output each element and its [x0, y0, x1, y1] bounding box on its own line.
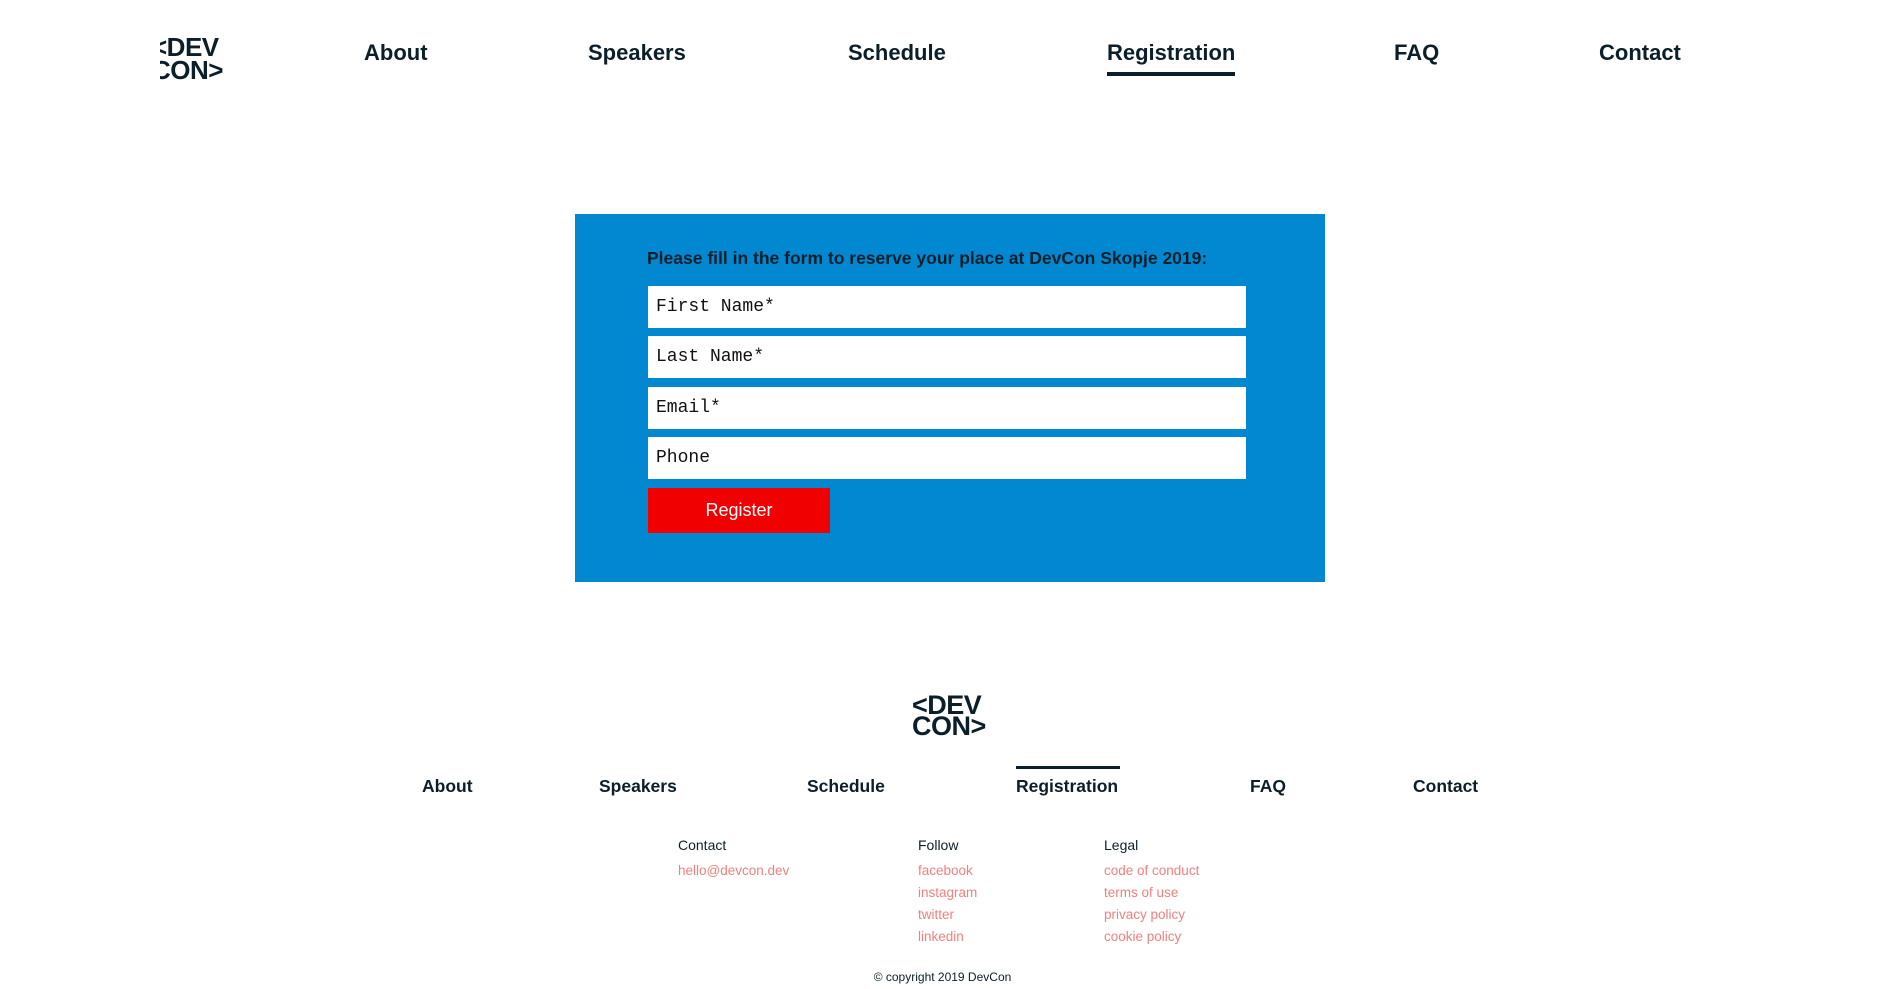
nav-schedule[interactable]: Schedule — [848, 40, 946, 66]
form-intro: Please fill in the form to reserve your … — [647, 248, 1208, 268]
registration-panel: Please fill in the form to reserve your … — [575, 214, 1325, 582]
cookie-policy-link[interactable]: cookie policy — [1104, 926, 1199, 948]
footer-nav-registration[interactable]: Registration — [1016, 766, 1121, 797]
header-logo[interactable]: <DEV CON> — [160, 36, 240, 82]
contact-email-link[interactable]: hello@devcon.dev — [678, 860, 789, 882]
instagram-link[interactable]: instagram — [918, 882, 977, 904]
footer-legal-title: Legal — [1104, 837, 1139, 853]
footer-follow-column: Follow facebook instagram twitter linked… — [918, 836, 977, 948]
footer-logo[interactable]: <DEV CON> — [912, 692, 992, 741]
phone-field[interactable] — [648, 437, 1246, 479]
last-name-field[interactable] — [648, 336, 1246, 378]
nav-faq[interactable]: FAQ — [1394, 40, 1439, 66]
footer-logo-line-2: CON> — [912, 711, 986, 741]
nav-contact[interactable]: Contact — [1599, 40, 1681, 66]
nav-registration[interactable]: Registration — [1107, 40, 1236, 76]
linkedin-link[interactable]: linkedin — [918, 926, 977, 948]
copyright: © copyright 2019 DevCon — [873, 970, 1012, 984]
footer-nav-about[interactable]: About — [422, 776, 473, 797]
terms-of-use-link[interactable]: terms of use — [1104, 882, 1199, 904]
register-button[interactable]: Register — [648, 488, 830, 533]
logo-line-2: CON> — [160, 55, 223, 82]
nav-speakers[interactable]: Speakers — [588, 40, 686, 66]
footer-nav-speakers[interactable]: Speakers — [599, 776, 677, 797]
footer-follow-title: Follow — [918, 837, 959, 853]
page: <DEV CON> About Speakers Schedule Regist… — [0, 0, 1885, 989]
footer-nav-faq[interactable]: FAQ — [1250, 776, 1286, 797]
twitter-link[interactable]: twitter — [918, 904, 977, 926]
code-of-conduct-link[interactable]: code of conduct — [1104, 860, 1199, 882]
footer-legal-column: Legal code of conduct terms of use priva… — [1104, 836, 1199, 948]
facebook-link[interactable]: facebook — [918, 860, 977, 882]
footer-contact-title: Contact — [678, 837, 727, 853]
footer-nav-contact[interactable]: Contact — [1413, 776, 1478, 797]
first-name-field[interactable] — [648, 286, 1246, 328]
privacy-policy-link[interactable]: privacy policy — [1104, 904, 1199, 926]
footer-contact-column: Contact hello@devcon.dev — [678, 836, 789, 882]
nav-about[interactable]: About — [364, 40, 428, 66]
footer-nav-schedule[interactable]: Schedule — [807, 776, 885, 797]
email-field[interactable] — [648, 387, 1246, 429]
